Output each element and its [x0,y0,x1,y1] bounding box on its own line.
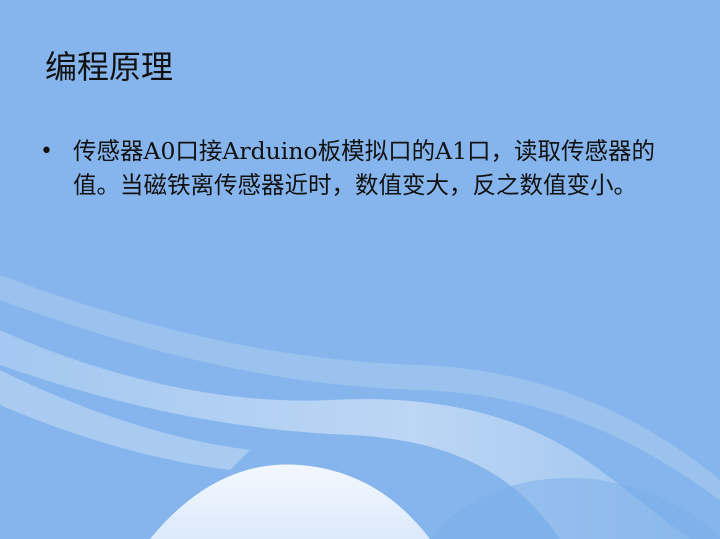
bullet-text: 传感器A0口接Arduino板模拟口的A1口，读取传感器的值。当磁铁离传感器近时… [73,137,656,199]
wave-swoosh-white [150,464,430,539]
slide-title: 编程原理 [45,48,174,86]
bullet-list: • 传感器A0口接Arduino板模拟口的A1口，读取传感器的值。当磁铁离传感器… [40,135,670,202]
bullet-dot-icon: • [40,139,53,164]
slide: 编程原理 • 传感器A0口接Arduino板模拟口的A1口，读取传感器的值。当磁… [0,0,720,539]
wave-shadow [430,478,720,539]
bullet-item: • 传感器A0口接Arduino板模拟口的A1口，读取传感器的值。当磁铁离传感器… [40,135,670,202]
